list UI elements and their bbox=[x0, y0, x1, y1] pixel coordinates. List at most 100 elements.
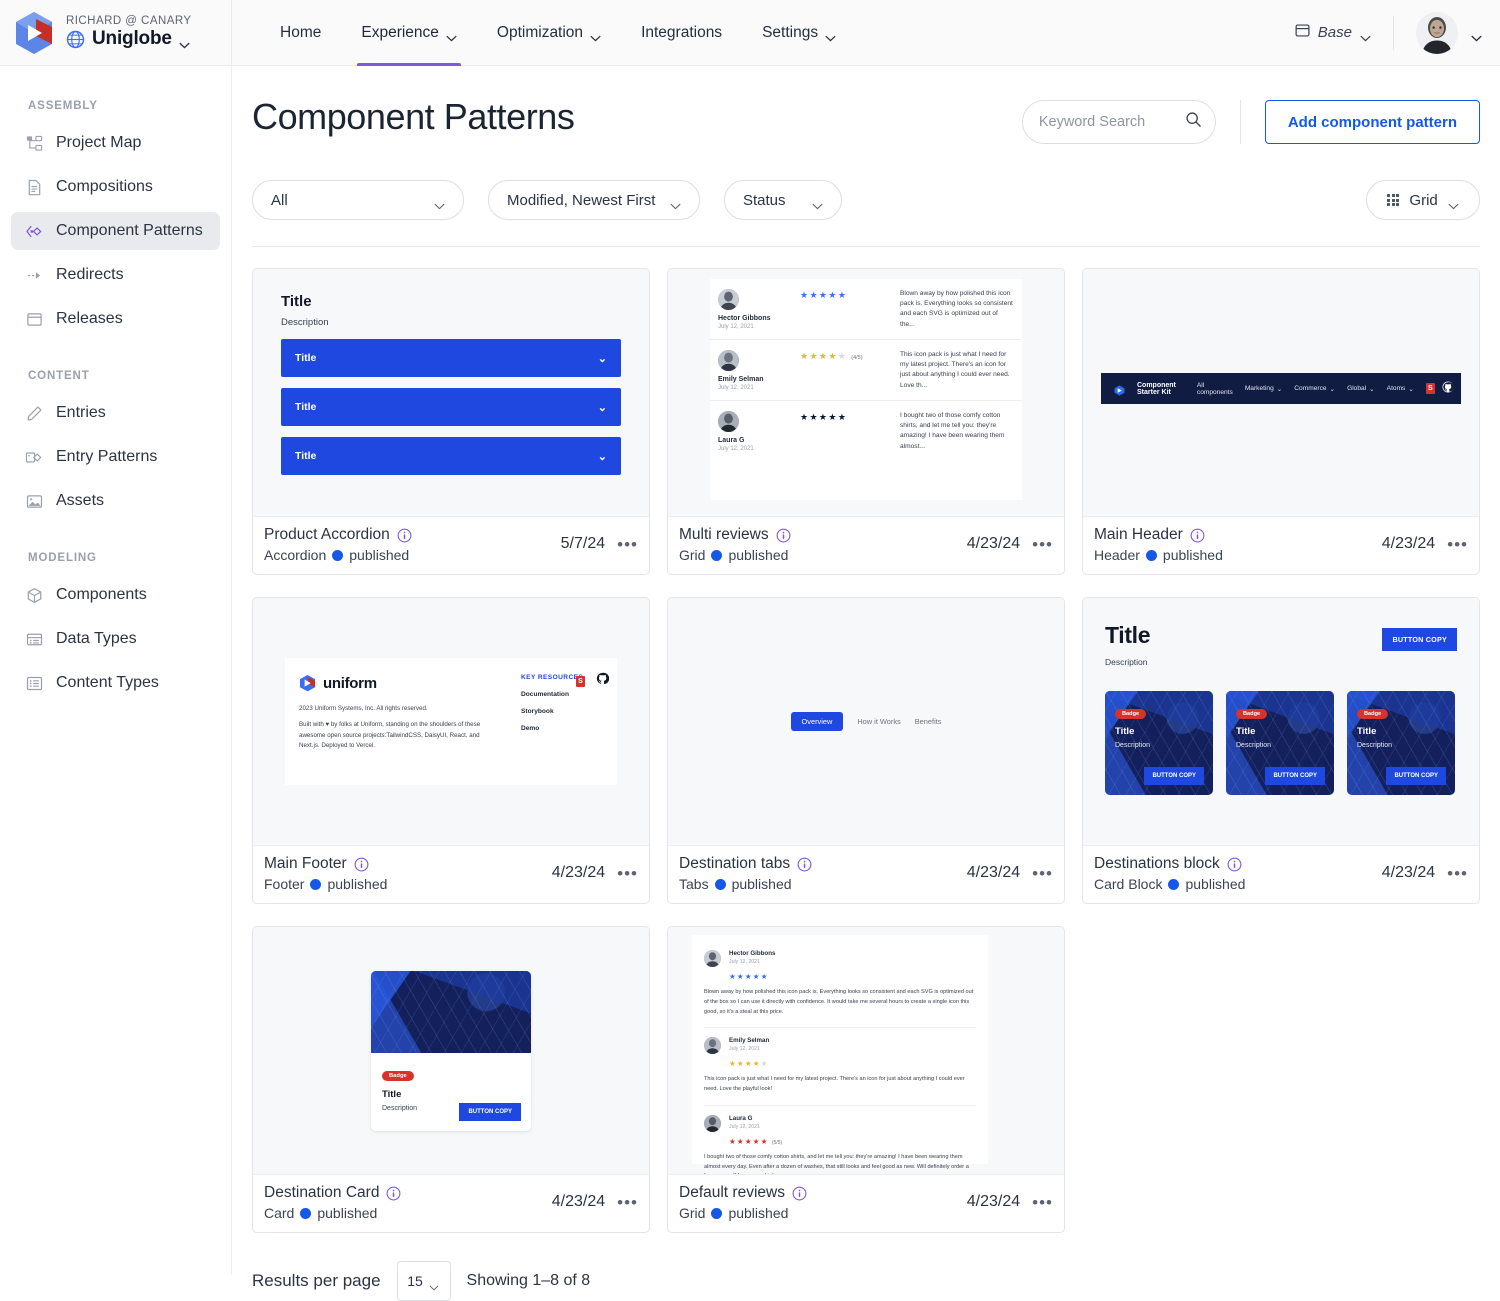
rating-fraction: (5/5) bbox=[771, 1139, 783, 1146]
nav-item-experience[interactable]: Experience bbox=[341, 0, 477, 66]
info-icon[interactable] bbox=[386, 1186, 401, 1201]
filter-sort-value: Modified, Newest First bbox=[507, 191, 656, 209]
document-icon bbox=[25, 178, 43, 196]
sidebar-item-compositions[interactable]: Compositions bbox=[11, 168, 220, 206]
more-options-icon[interactable]: ••• bbox=[1447, 536, 1468, 553]
sidebar-item-label: Component Patterns bbox=[56, 222, 203, 239]
pattern-card[interactable]: Hector Gibbons July 12, 2021 ★★★★★ Blown… bbox=[667, 926, 1065, 1233]
pattern-preview-accordion: Title Description Title ⌄ Title ⌄ Title ⌄ bbox=[253, 269, 649, 517]
accordion-row-label: Title bbox=[295, 352, 317, 364]
sidebar-item-redirects[interactable]: Redirects bbox=[11, 256, 220, 294]
chevron-down-icon bbox=[434, 197, 445, 209]
more-options-icon[interactable]: ••• bbox=[617, 865, 638, 882]
more-options-icon[interactable]: ••• bbox=[1032, 865, 1053, 882]
pattern-card-footer: Multi reviews Grid published 4/23/24 ••• bbox=[668, 517, 1064, 574]
info-icon[interactable] bbox=[1190, 528, 1205, 543]
pattern-preview-destinations-block: Title Description BUTTON COPY Badge Titl… bbox=[1083, 598, 1479, 846]
sidebar-item-component-patterns[interactable]: Component Patterns bbox=[11, 212, 220, 250]
status-dot-icon bbox=[1145, 549, 1157, 561]
pattern-card[interactable]: Component Starter Kit All components Mar… bbox=[1082, 268, 1480, 575]
storybook-icon: S bbox=[1425, 383, 1435, 394]
pattern-card[interactable]: Title Description Title ⌄ Title ⌄ Title ⌄ P… bbox=[252, 268, 650, 575]
base-selector[interactable]: Base bbox=[1273, 15, 1394, 50]
more-options-icon[interactable]: ••• bbox=[617, 1194, 638, 1211]
chevron-down-icon bbox=[1471, 29, 1482, 42]
preview-tab: How it Works bbox=[857, 717, 901, 726]
cube-icon bbox=[25, 586, 43, 604]
avatar bbox=[704, 1114, 721, 1132]
review-row: Emily Selman July 12, 2021 ★★★★★ This ic… bbox=[704, 1028, 976, 1106]
rating-fraction: (4/5) bbox=[851, 355, 863, 361]
review-author: Hector Gibbons bbox=[729, 950, 776, 957]
sidebar-item-entry-patterns[interactable]: Entry Patterns bbox=[11, 438, 220, 476]
component-pattern-icon bbox=[25, 222, 43, 240]
sidebar-item-project-map[interactable]: Project Map bbox=[11, 124, 220, 162]
review-date: July 12, 2021 bbox=[718, 446, 754, 452]
component-pattern-grid: Title Description Title ⌄ Title ⌄ Title ⌄ P… bbox=[252, 268, 1480, 1233]
sidebar-item-assets[interactable]: Assets bbox=[11, 482, 220, 520]
pattern-type: Accordion bbox=[264, 547, 327, 563]
view-mode-dropdown[interactable]: Grid bbox=[1366, 180, 1480, 220]
nav-item-settings[interactable]: Settings bbox=[742, 0, 856, 66]
arrow-right-icon bbox=[25, 266, 43, 284]
filter-status-dropdown[interactable]: Status bbox=[724, 180, 842, 220]
pattern-card[interactable]: Hector Gibbons July 12, 2021 ★★★★★ Blown… bbox=[667, 268, 1065, 575]
info-icon[interactable] bbox=[1227, 857, 1242, 872]
pattern-card[interactable]: Title Description BUTTON COPY Badge Titl… bbox=[1082, 597, 1480, 904]
card-title: Title bbox=[382, 1088, 402, 1100]
nav-item-optimization[interactable]: Optimization bbox=[477, 0, 621, 66]
filter-type-dropdown[interactable]: All bbox=[252, 180, 464, 220]
card-image bbox=[371, 970, 531, 1053]
info-icon[interactable] bbox=[776, 528, 791, 543]
footer-link: Storybook bbox=[521, 708, 554, 715]
nav-label: Home bbox=[280, 23, 322, 41]
info-icon[interactable] bbox=[792, 1186, 807, 1201]
search-input[interactable] bbox=[1038, 114, 1179, 130]
sidebar-item-content-types[interactable]: Content Types bbox=[11, 664, 220, 702]
review-author: Laura G bbox=[718, 437, 745, 444]
nav-label: Integrations bbox=[641, 23, 723, 41]
grid-view-icon bbox=[1387, 193, 1400, 207]
sidebar-item-entries[interactable]: Entries bbox=[11, 394, 220, 432]
more-options-icon[interactable]: ••• bbox=[1447, 865, 1468, 882]
more-options-icon[interactable]: ••• bbox=[617, 536, 638, 553]
status-dot-icon bbox=[711, 549, 723, 561]
accordion-row-label: Title bbox=[295, 450, 317, 462]
nav-item-home[interactable]: Home bbox=[260, 0, 341, 66]
pattern-date: 4/23/24 bbox=[966, 1193, 1021, 1210]
pattern-name: Destination tabs bbox=[679, 855, 791, 872]
review-text: This icon pack is just what I need for m… bbox=[704, 1076, 965, 1093]
add-component-pattern-button[interactable]: Add component pattern bbox=[1264, 100, 1480, 144]
info-icon[interactable] bbox=[797, 857, 812, 872]
search-box[interactable] bbox=[1021, 100, 1216, 144]
more-options-icon[interactable]: ••• bbox=[1032, 536, 1053, 553]
star-rating: ★★★★★ (5/5) bbox=[729, 1136, 783, 1146]
pattern-card[interactable]: uniform 2023 Uniform Systems, Inc. All r… bbox=[252, 597, 650, 904]
more-options-icon[interactable]: ••• bbox=[1032, 1194, 1053, 1211]
pattern-card-footer: Destination Card Card published 4/23/24 … bbox=[253, 1175, 649, 1232]
info-icon[interactable] bbox=[397, 528, 412, 543]
pattern-date: 5/7/24 bbox=[560, 535, 606, 552]
pattern-type: Footer bbox=[264, 876, 305, 892]
pattern-preview-tabs: Overview How it Works Benefits bbox=[668, 598, 1064, 846]
pattern-card[interactable]: Badge Title Description BUTTON COPY Dest… bbox=[252, 926, 650, 1233]
pattern-name: Multi reviews bbox=[679, 526, 769, 543]
filter-sort-dropdown[interactable]: Modified, Newest First bbox=[488, 180, 700, 220]
chevron-down-icon[interactable] bbox=[179, 36, 190, 49]
sidebar-group-assembly-label: ASSEMBLY bbox=[28, 100, 98, 112]
sidebar-item-label: Project Map bbox=[56, 134, 142, 151]
pattern-card[interactable]: Overview How it Works Benefits Destinati… bbox=[667, 597, 1065, 904]
tile-title: Title bbox=[1236, 726, 1256, 737]
results-per-page-select[interactable]: 15 bbox=[396, 1261, 451, 1301]
nav-item-integrations[interactable]: Integrations bbox=[621, 0, 742, 66]
status-badge: published bbox=[349, 547, 410, 563]
sidebar-item-components[interactable]: Components bbox=[11, 576, 220, 614]
sidebar-item-label: Releases bbox=[56, 310, 123, 327]
sidebar-item-releases[interactable]: Releases bbox=[11, 300, 220, 338]
sidebar-item-data-types[interactable]: Data Types bbox=[11, 620, 220, 658]
status-badge: published bbox=[327, 876, 388, 892]
sidebar-group-modeling-label: MODELING bbox=[28, 552, 97, 564]
info-icon[interactable] bbox=[354, 857, 369, 872]
user-menu[interactable] bbox=[1394, 11, 1500, 54]
brand-block[interactable]: RICHARD @ CANARY Uniglobe bbox=[0, 0, 232, 66]
